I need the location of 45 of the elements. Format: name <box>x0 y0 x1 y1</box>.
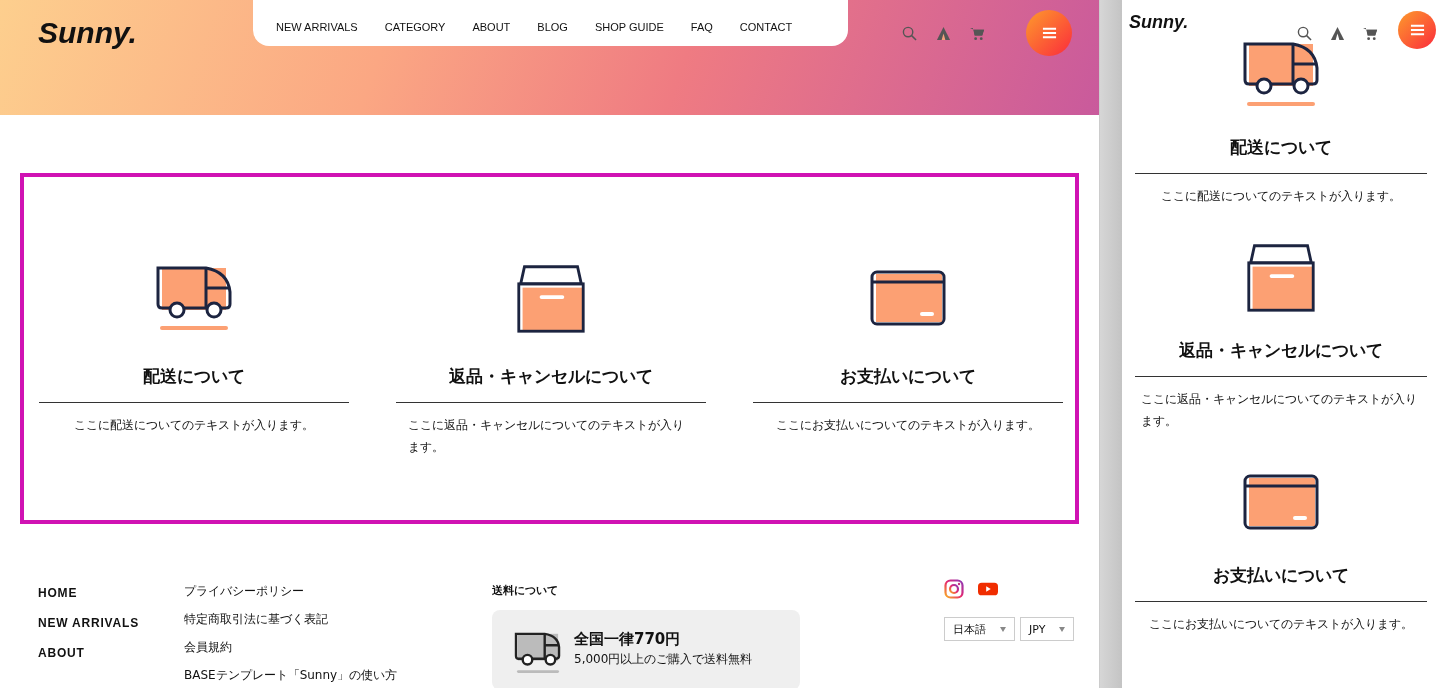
feature-title: 返品・キャンセルについて <box>396 365 706 403</box>
feature-title: 配送について <box>1135 136 1427 174</box>
logo[interactable]: Sunny. <box>1129 12 1297 33</box>
menu-button[interactable] <box>1398 11 1436 49</box>
footer-link[interactable]: 特定商取引法に基づく表記 <box>184 611 492 628</box>
feature-text: ここに返品・キャンセルについてのテキストが入ります。 <box>1140 391 1418 430</box>
footer-link[interactable]: HOME <box>38 586 184 600</box>
nav-link[interactable]: NEW ARRIVALS <box>276 21 358 33</box>
footer-link[interactable]: BASEテンプレート「Sunny」の使い方 <box>184 667 492 684</box>
shipping-heading: 送料について <box>492 583 559 598</box>
feature-text: ここに配送についてのテキストが入ります。 <box>73 417 315 434</box>
shipping-note: 5,000円以上のご購入で送料無料 <box>574 651 753 668</box>
nav-link[interactable]: FAQ <box>690 21 713 33</box>
card-icon <box>1243 474 1319 532</box>
tent-icon[interactable] <box>1330 25 1345 41</box>
feature-title: 配送について <box>39 365 349 403</box>
language-select[interactable]: 日本語 <box>944 617 1015 641</box>
shipping-title: 全国一律770円 <box>574 630 682 649</box>
tent-icon[interactable] <box>936 25 951 41</box>
logo[interactable]: Sunny. <box>38 16 253 50</box>
nav-link[interactable]: CATEGORY <box>384 21 446 33</box>
feature-text: ここに返品・キャンセルについてのテキストが入ります。 <box>407 417 685 456</box>
feature-text: ここに配送についてのテキストが入ります。 <box>1160 188 1402 205</box>
nav-link[interactable]: CONTACT <box>739 21 793 33</box>
instagram-icon[interactable] <box>944 579 964 599</box>
search-icon[interactable] <box>1297 25 1312 41</box>
feature-title: 返品・キャンセルについて <box>1135 339 1427 377</box>
menu-button[interactable] <box>1026 10 1072 56</box>
nav-link[interactable]: SHOP GUIDE <box>594 21 664 33</box>
feature-text: ここにお支払いについてのテキストが入ります。 <box>775 417 1041 434</box>
card-icon <box>870 270 946 328</box>
footer-link[interactable]: ABOUT <box>38 646 184 660</box>
feature-title: お支払いについて <box>753 365 1063 403</box>
feature-title: お支払いについて <box>1135 564 1427 602</box>
nav-link[interactable]: BLOG <box>537 21 568 33</box>
footer-link[interactable]: 会員規約 <box>184 639 492 656</box>
footer-link[interactable]: プライバシーポリシー <box>184 583 492 600</box>
menu-icon <box>1409 24 1425 36</box>
nav-link[interactable]: ABOUT <box>472 21 511 33</box>
cart-icon[interactable] <box>1363 25 1378 41</box>
footer-link[interactable]: NEW ARRIVALS <box>38 616 184 630</box>
menu-icon <box>1041 27 1057 39</box>
feature-text: ここにお支払いについてのテキストが入ります。 <box>1148 616 1414 633</box>
currency-select[interactable]: JPY <box>1020 617 1075 641</box>
truck-icon <box>514 630 562 674</box>
